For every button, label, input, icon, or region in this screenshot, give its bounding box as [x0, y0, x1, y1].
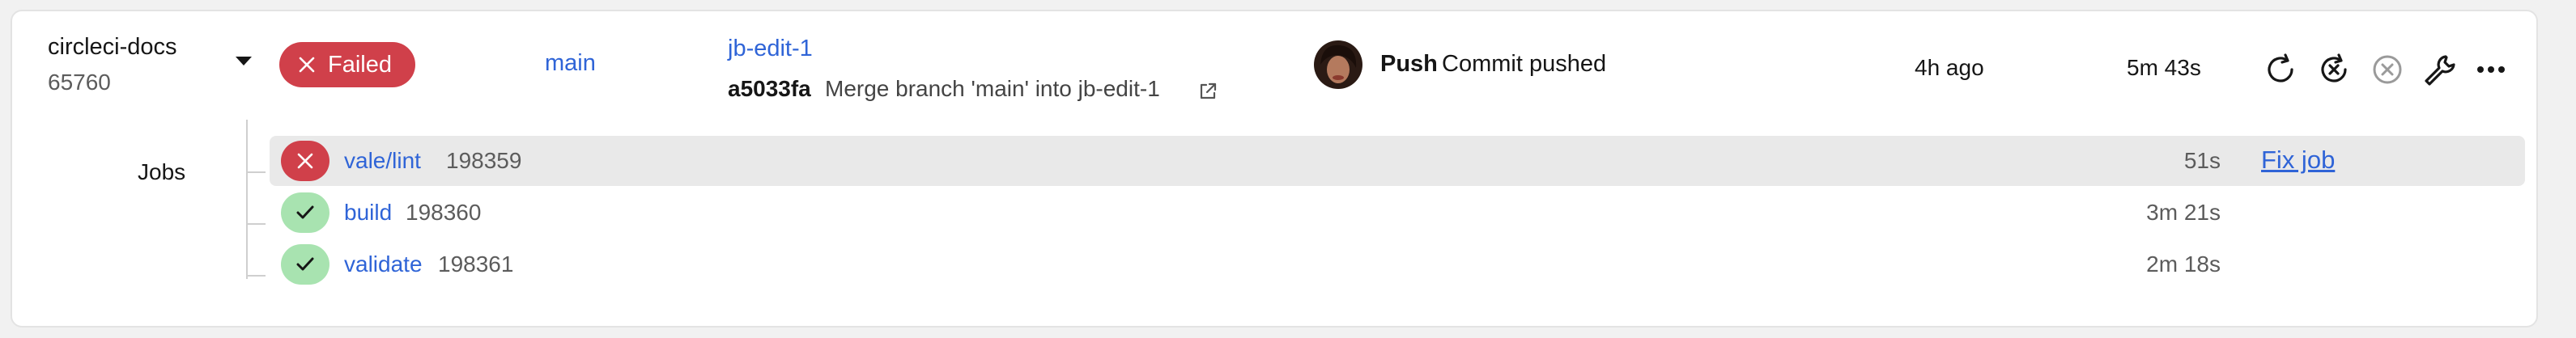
jobs-label: Jobs [138, 159, 186, 184]
status-badge[interactable]: Failed [279, 42, 415, 87]
external-link-icon[interactable] [1197, 81, 1218, 106]
job-tree-branch [248, 275, 266, 277]
job-failed-icon [281, 141, 329, 181]
job-row[interactable]: validate 198361 2m 18s [270, 239, 2525, 289]
job-number: 198361 [438, 251, 514, 277]
job-number: 198359 [446, 148, 522, 173]
job-success-icon [281, 192, 329, 233]
job-name-link[interactable]: build [344, 200, 392, 226]
rerun-icon[interactable] [2263, 52, 2298, 91]
project-name[interactable]: circleci-docs [48, 34, 177, 61]
pipeline-duration: 5m 43s [2127, 55, 2201, 80]
pipeline-card: circleci-docs 65760 Failed main jb-edit-… [11, 10, 2538, 327]
branch-link[interactable]: main [545, 50, 596, 77]
job-tree-line [246, 120, 248, 279]
job-row[interactable]: vale/lint 198359 51s Fix job [270, 136, 2525, 186]
cancel-icon[interactable] [2370, 52, 2405, 91]
commit-message[interactable]: Merge branch 'main' into jb-edit-1 [825, 76, 1160, 102]
commit-sha[interactable]: a5033fa [728, 76, 811, 102]
trigger-text: Commit pushed [1442, 51, 1607, 77]
trigger-type: Push [1380, 51, 1438, 77]
started-time: 4h ago [1915, 55, 1984, 80]
pipeline-number: 65760 [48, 70, 111, 95]
close-icon [299, 57, 315, 73]
avatar [1314, 40, 1362, 89]
job-duration: 51s [2183, 148, 2221, 173]
job-name-link[interactable]: validate [344, 251, 423, 277]
job-number: 198360 [406, 200, 482, 225]
more-icon[interactable] [2473, 52, 2509, 91]
workflow-link[interactable]: jb-edit-1 [728, 36, 813, 62]
job-duration: 2m 18s [2146, 251, 2221, 277]
fix-job-link[interactable]: Fix job [2261, 146, 2335, 175]
job-tree-branch [248, 171, 266, 173]
rerun-failed-icon[interactable] [2316, 52, 2352, 91]
wrench-icon[interactable] [2421, 52, 2459, 93]
job-row[interactable]: build 198360 3m 21s [270, 188, 2525, 238]
job-tree-branch [248, 223, 266, 225]
job-duration: 3m 21s [2146, 200, 2221, 225]
job-success-icon [281, 244, 329, 285]
chevron-down-icon[interactable] [236, 57, 252, 65]
status-label: Failed [328, 51, 392, 78]
job-name-link[interactable]: vale/lint [344, 148, 421, 174]
